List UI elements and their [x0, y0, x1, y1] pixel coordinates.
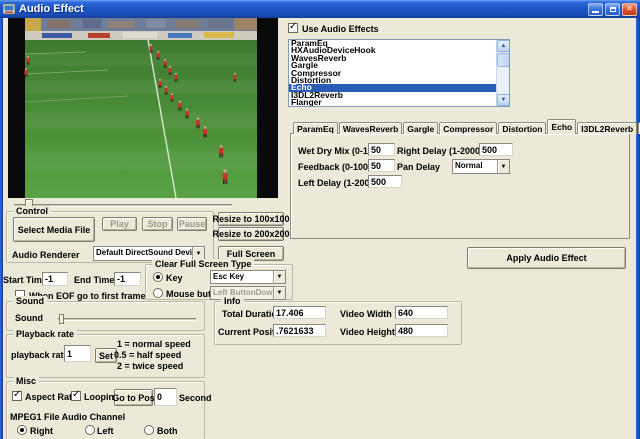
use-audio-effects-checkbox[interactable] — [288, 21, 298, 33]
volume-track[interactable] — [58, 318, 196, 321]
go-to-pos-button[interactable]: Go to Pos — [112, 389, 155, 406]
apply-audio-effect-button[interactable]: Apply Audio Effect — [467, 247, 626, 269]
video-rugby-scene — [8, 18, 278, 199]
channel-left-radio[interactable] — [85, 425, 95, 435]
list-item[interactable]: Flanger — [289, 98, 509, 106]
scroll-down-icon[interactable]: ▼ — [497, 94, 509, 106]
channel-both-label: Both — [157, 426, 178, 436]
esc-key-value: Esc Key — [213, 272, 245, 281]
start-time-input[interactable] — [42, 272, 68, 286]
select-media-file-button[interactable]: Select Media File — [13, 217, 95, 242]
maximize-button[interactable] — [605, 2, 620, 16]
current-position-field[interactable] — [273, 324, 326, 337]
pause-button[interactable]: Pause — [177, 217, 207, 231]
speed-hint-3: 2 = twice speed — [117, 361, 184, 371]
audio-channel-label: MPEG1 File Audio Channel — [10, 412, 126, 422]
video-width-field[interactable] — [395, 306, 448, 319]
use-audio-effects-label: Use Audio Effects — [302, 24, 379, 34]
feedback-input[interactable] — [368, 159, 395, 172]
second-label: Second — [179, 393, 212, 403]
title-bar[interactable]: Audio Effect ✕ — [0, 0, 640, 18]
stop-button[interactable]: Stop — [142, 217, 173, 231]
audio-renderer-label: Audio Renderer — [12, 250, 80, 260]
left-delay-label: Left Delay (1-2000) — [298, 178, 378, 188]
video-width-label: Video Width — [340, 309, 392, 319]
close-button[interactable]: ✕ — [622, 2, 637, 16]
pan-delay-value: Normal — [455, 161, 483, 170]
chevron-down-icon[interactable]: ▼ — [497, 160, 509, 173]
listbox-scrollbar[interactable]: ▲ ▼ — [496, 40, 509, 106]
tab-compressor[interactable]: Compressor — [439, 122, 498, 134]
sound-label: Sound — [15, 313, 43, 323]
window: Audio Effect ✕ Control Select Media File… — [0, 0, 640, 439]
tab-parameq[interactable]: ParamEq — [293, 122, 338, 134]
tab-gargle[interactable]: Gargle — [403, 122, 439, 134]
speed-hint-1: 1 = normal speed — [117, 339, 191, 349]
chevron-down-icon[interactable]: ▼ — [273, 271, 285, 283]
resize-200-button[interactable]: Resize to 200x200 — [212, 227, 290, 241]
looping-checkbox[interactable] — [71, 389, 81, 401]
go-to-pos-input[interactable] — [154, 388, 177, 406]
channel-left-label: Left — [97, 426, 114, 436]
minimize-icon — [592, 11, 599, 13]
key-radio[interactable] — [153, 272, 163, 282]
video-frame — [8, 18, 278, 199]
channel-right-radio[interactable] — [17, 425, 27, 435]
end-time-input[interactable] — [114, 272, 141, 286]
chevron-down-icon: ▼ — [273, 287, 285, 299]
close-icon: ✕ — [626, 4, 633, 13]
play-button[interactable]: Play — [102, 217, 137, 231]
control-group-label: Control — [13, 206, 51, 216]
tab-wavesreverb[interactable]: WavesReverb — [338, 122, 403, 134]
video-height-label: Video Height — [340, 327, 395, 337]
pan-delay-combo[interactable]: Normal ▼ — [452, 159, 510, 174]
channel-both-radio[interactable] — [144, 425, 154, 435]
video-height-field[interactable] — [395, 324, 448, 337]
left-delay-input[interactable] — [368, 175, 402, 188]
right-delay-label: Right Delay (1-2000) — [397, 146, 484, 156]
resize-100-button[interactable]: Resize to 100x100 — [212, 212, 290, 226]
tab-distortion[interactable]: Distortion — [498, 122, 547, 134]
misc-group-label: Misc — [13, 376, 40, 386]
sound-group-label: Sound — [13, 296, 47, 306]
playback-rate-input[interactable] — [64, 345, 91, 362]
maximize-icon — [609, 6, 616, 12]
total-duration-field[interactable] — [273, 306, 326, 319]
list-item[interactable]: I3DL2Reverb — [289, 90, 509, 99]
feedback-label: Feedback (0-100) — [298, 162, 372, 172]
window-border-right — [636, 18, 640, 439]
scroll-up-icon[interactable]: ▲ — [497, 40, 509, 52]
playback-rate-label: playback rate — [11, 350, 69, 360]
clear-fullscreen-group-label: Clear Full Screen Type — [152, 259, 255, 269]
effects-listbox[interactable]: ParamEq HXAudioDeviceHook WavesReverb Ga… — [288, 39, 510, 107]
minimize-button[interactable] — [588, 2, 603, 16]
speed-hint-2: 0.5 = half speed — [114, 350, 182, 360]
window-border-left — [0, 18, 3, 439]
esc-key-combo[interactable]: Esc Key ▼ — [210, 270, 286, 284]
mouse-button-radio[interactable] — [153, 288, 163, 298]
tab-i3dl2reverb[interactable]: I3DL2Reverb — [577, 122, 638, 134]
volume-thumb[interactable] — [59, 314, 64, 324]
channel-right-label: Right — [30, 426, 53, 436]
key-radio-label: Key — [166, 273, 183, 283]
playback-rate-group-label: Playback rate — [13, 329, 78, 339]
list-item[interactable]: WavesReverb — [289, 53, 509, 62]
right-delay-input[interactable] — [479, 143, 513, 156]
scroll-thumb[interactable] — [497, 53, 509, 67]
info-group-label: Info — [221, 296, 244, 306]
list-item[interactable]: Distortion — [289, 75, 509, 84]
app-icon — [2, 3, 16, 15]
effect-tabs: ParamEq WavesReverb Gargle Compressor Di… — [293, 119, 640, 134]
pan-delay-label: Pan Delay — [397, 162, 441, 172]
tab-echo[interactable]: Echo — [547, 119, 577, 134]
window-title: Audio Effect — [19, 3, 84, 15]
aspect-ratio-checkbox[interactable] — [12, 389, 22, 401]
wet-dry-mix-input[interactable] — [368, 143, 395, 156]
